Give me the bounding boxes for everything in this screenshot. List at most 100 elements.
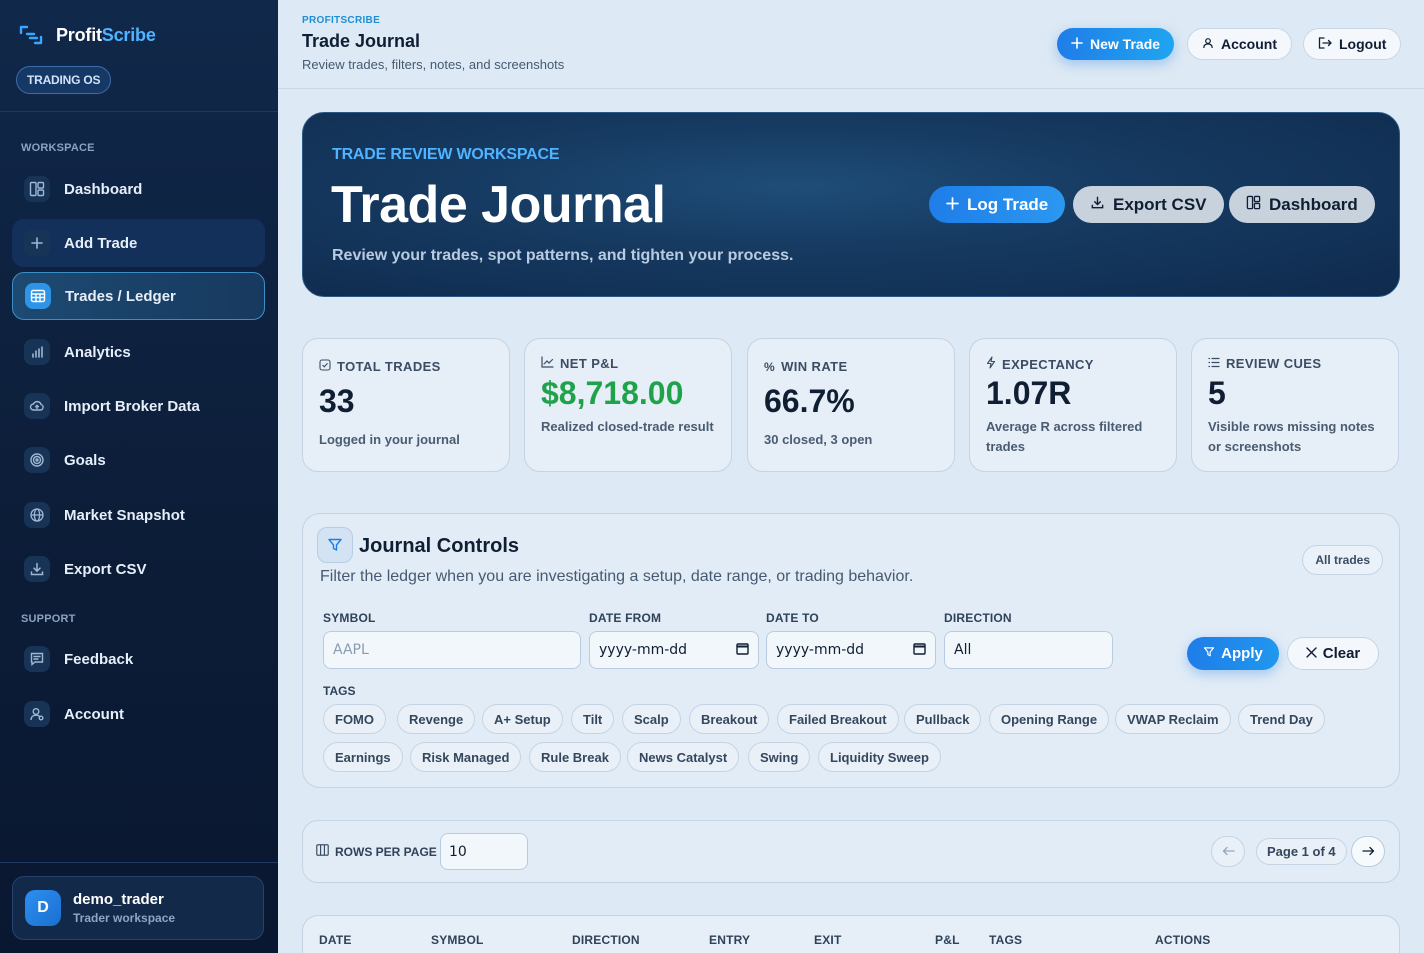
brand[interactable]: ProfitScribe bbox=[18, 22, 156, 48]
sidebar-item-add-trade[interactable]: Add Trade bbox=[12, 219, 265, 267]
brand-logo-icon bbox=[18, 22, 44, 48]
support-section-label: SUPPORT bbox=[21, 613, 76, 625]
date-from-input[interactable]: yyyy-mm-dd bbox=[589, 631, 759, 669]
tag-chip[interactable]: Swing bbox=[748, 742, 811, 772]
sidebar-item-export-csv[interactable]: Export CSV bbox=[12, 545, 265, 593]
hero-eyebrow: TRADE REVIEW WORKSPACE bbox=[332, 146, 560, 163]
stat-sub: Visible rows missing notes or screenshot… bbox=[1208, 419, 1375, 454]
sidebar-item-goals[interactable]: Goals bbox=[12, 436, 265, 484]
tag-chip[interactable]: Liquidity Sweep bbox=[818, 742, 941, 772]
stat-sub: Logged in your journal bbox=[319, 432, 460, 447]
plus-icon bbox=[24, 230, 50, 256]
export-csv-label: Export CSV bbox=[1113, 194, 1207, 214]
logout-button[interactable]: Logout bbox=[1303, 28, 1402, 60]
rows-per-page-input[interactable]: 10 bbox=[440, 833, 528, 870]
logout-icon bbox=[1318, 36, 1332, 52]
sidebar-item-market-snapshot[interactable]: Market Snapshot bbox=[12, 491, 265, 539]
rows-per-page-text: ROWS PER PAGE bbox=[335, 844, 437, 859]
sidebar-item-label: Add Trade bbox=[64, 234, 138, 252]
direction-select[interactable]: All bbox=[944, 631, 1113, 669]
stat-label-text: WIN RATE bbox=[781, 359, 848, 374]
list-icon bbox=[1208, 356, 1220, 371]
column-header-entry[interactable]: ENTRY bbox=[709, 933, 750, 947]
arrow-left-icon bbox=[1222, 843, 1235, 861]
apply-button[interactable]: Apply bbox=[1187, 637, 1279, 670]
new-trade-button[interactable]: New Trade bbox=[1057, 28, 1175, 60]
user-icon bbox=[1202, 36, 1214, 52]
sidebar-item-label: Export CSV bbox=[64, 560, 147, 578]
calendar-icon[interactable] bbox=[913, 642, 926, 659]
tag-chip[interactable]: Rule Break bbox=[529, 742, 621, 772]
next-page-button[interactable] bbox=[1351, 836, 1385, 867]
column-header-pnl[interactable]: P&L bbox=[935, 933, 960, 947]
column-header-symbol[interactable]: SYMBOL bbox=[431, 933, 484, 947]
sidebar-item-feedback[interactable]: Feedback bbox=[12, 635, 265, 683]
layout-icon bbox=[1246, 195, 1261, 215]
tag-chip[interactable]: Breakout bbox=[689, 704, 770, 734]
date-to-value: yyyy-mm-dd bbox=[776, 642, 865, 658]
avatar: D bbox=[25, 890, 61, 926]
tag-chip[interactable]: News Catalyst bbox=[627, 742, 740, 772]
user-workspace-label: Trader workspace bbox=[73, 911, 176, 925]
page-indicator: Page 1 of 4 bbox=[1256, 838, 1347, 865]
tag-chip[interactable]: A+ Setup bbox=[482, 704, 563, 734]
clear-button[interactable]: Clear bbox=[1287, 637, 1379, 670]
date-to-label: DATE TO bbox=[766, 611, 819, 625]
hero-subtitle: Review your trades, spot patterns, and t… bbox=[332, 247, 794, 264]
stat-value: 66.7% bbox=[764, 383, 855, 419]
stat-label: REVIEW CUES bbox=[1208, 356, 1321, 371]
tag-chip[interactable]: Tilt bbox=[571, 704, 615, 734]
tag-chip[interactable]: FOMO bbox=[323, 704, 386, 734]
tag-chip[interactable]: Revenge bbox=[397, 704, 476, 734]
sidebar-item-label: Market Snapshot bbox=[64, 506, 185, 524]
trading-os-badge: TRADING OS bbox=[16, 66, 112, 94]
date-to-input[interactable]: yyyy-mm-dd bbox=[766, 631, 936, 669]
cloud-upload-icon bbox=[24, 393, 50, 419]
columns-icon bbox=[316, 844, 329, 859]
all-trades-pill[interactable]: All trades bbox=[1302, 545, 1383, 575]
tag-chip[interactable]: VWAP Reclaim bbox=[1115, 704, 1231, 734]
sidebar-divider bbox=[0, 111, 278, 112]
symbol-label: SYMBOL bbox=[323, 611, 376, 625]
sidebar-item-import-broker-data[interactable]: Import Broker Data bbox=[12, 382, 265, 430]
symbol-input[interactable]: AAPL bbox=[323, 631, 581, 669]
column-header-direction[interactable]: DIRECTION bbox=[572, 933, 640, 947]
sidebar-item-trades-ledger[interactable]: Trades / Ledger bbox=[12, 272, 265, 320]
tag-chip[interactable]: Earnings bbox=[323, 742, 403, 772]
tag-chip[interactable]: Trend Day bbox=[1238, 704, 1325, 734]
sidebar-item-analytics[interactable]: Analytics bbox=[12, 328, 265, 376]
user-icon bbox=[24, 701, 50, 727]
lightning-icon bbox=[986, 356, 996, 372]
calendar-icon[interactable] bbox=[736, 642, 749, 659]
stat-card-win-rate: % WIN RATE 66.7% 30 closed, 3 open bbox=[747, 338, 955, 472]
sidebar-item-label: Import Broker Data bbox=[64, 397, 200, 415]
log-trade-button[interactable]: Log Trade bbox=[929, 186, 1066, 223]
plus-icon bbox=[1071, 36, 1083, 52]
column-header-tags[interactable]: TAGS bbox=[989, 933, 1022, 947]
tag-chip[interactable]: Pullback bbox=[904, 704, 982, 734]
sidebar-item-dashboard[interactable]: Dashboard bbox=[12, 165, 265, 213]
tag-chip[interactable]: Opening Range bbox=[989, 704, 1110, 734]
sidebar-item-account[interactable]: Account bbox=[12, 690, 265, 738]
stat-label: NET P&L bbox=[541, 356, 618, 371]
tag-chip[interactable]: Failed Breakout bbox=[777, 704, 899, 734]
column-header-date[interactable]: DATE bbox=[319, 933, 352, 947]
account-label: Account bbox=[1221, 36, 1277, 52]
sidebar-item-label: Account bbox=[64, 705, 124, 723]
previous-page-button[interactable] bbox=[1211, 836, 1245, 867]
export-csv-button[interactable]: Export CSV bbox=[1073, 186, 1224, 223]
trend-up-icon bbox=[541, 356, 554, 371]
tag-chip[interactable]: Risk Managed bbox=[410, 742, 522, 772]
check-square-icon bbox=[319, 359, 331, 374]
user-card[interactable]: D demo_trader Trader workspace bbox=[12, 876, 264, 940]
sidebar-item-label: Feedback bbox=[64, 650, 134, 668]
account-button[interactable]: Account bbox=[1187, 28, 1292, 60]
stat-value: $8,718.00 bbox=[541, 375, 684, 411]
tag-chip[interactable]: Scalp bbox=[622, 704, 681, 734]
stat-sub: Realized closed-trade result bbox=[541, 419, 714, 434]
column-header-exit[interactable]: EXIT bbox=[814, 933, 841, 947]
topbar: PROFITSCRIBE Trade Journal Review trades… bbox=[278, 0, 1424, 89]
dashboard-button[interactable]: Dashboard bbox=[1229, 186, 1375, 223]
arrow-right-icon bbox=[1361, 843, 1375, 861]
journal-controls-panel: Journal Controls Filter the ledger when … bbox=[302, 513, 1400, 788]
